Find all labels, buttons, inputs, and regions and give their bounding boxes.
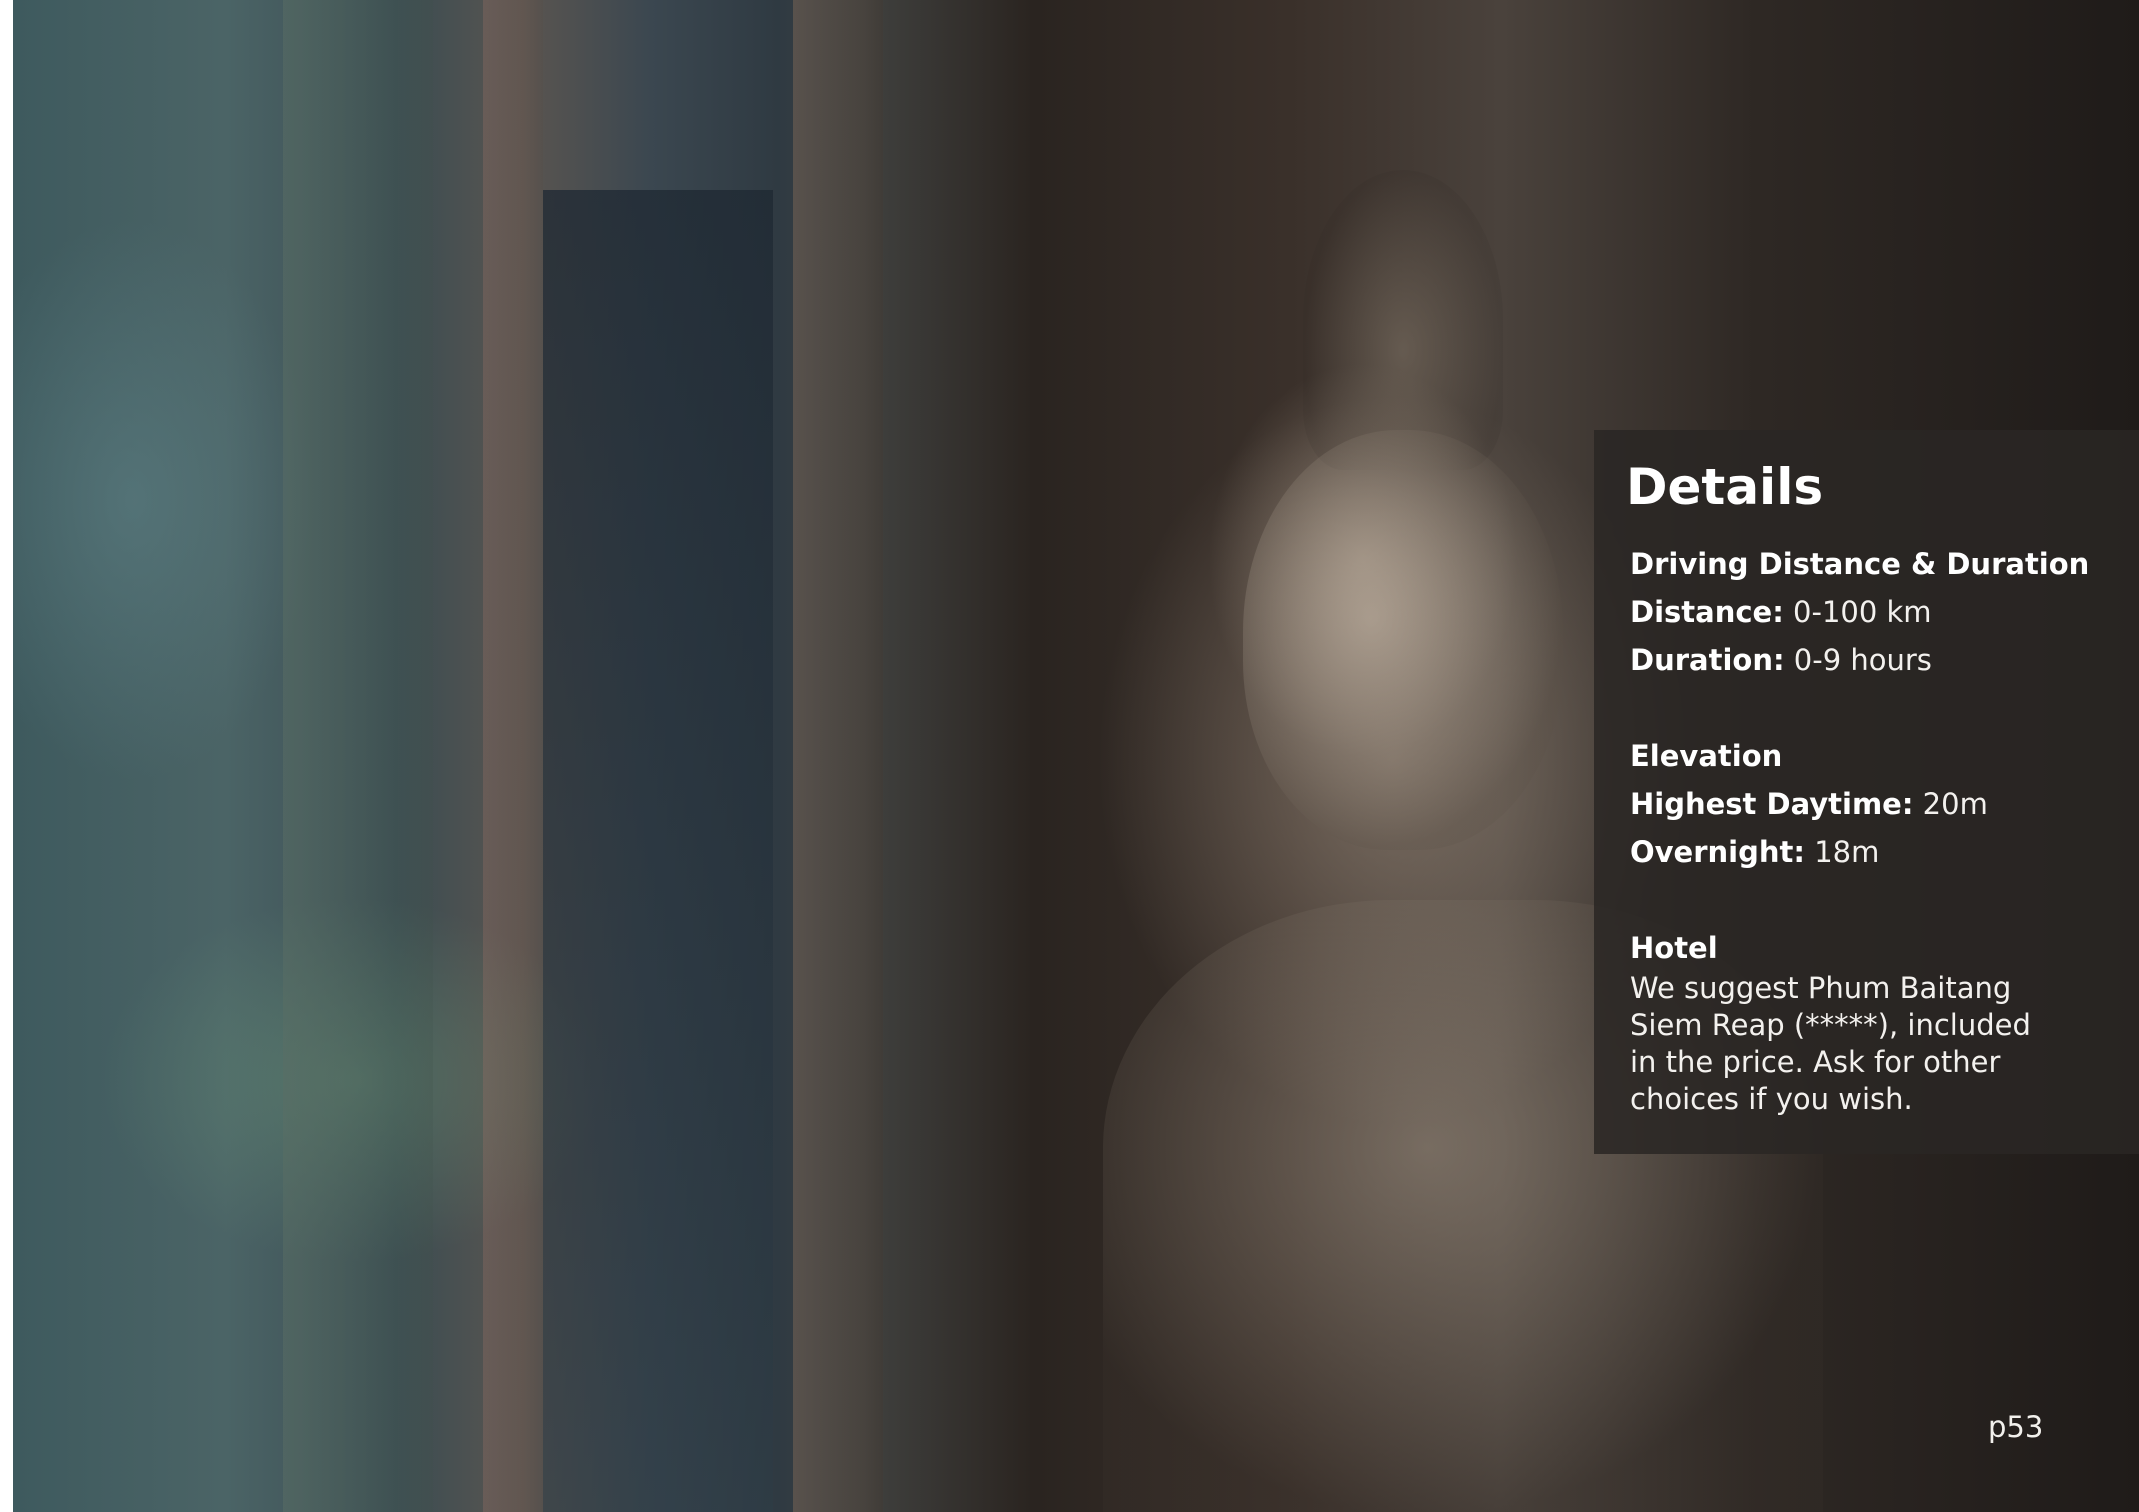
distance-value: 0-100 km bbox=[1793, 595, 1932, 629]
temple-pillar-left bbox=[283, 0, 433, 1512]
highest-label: Highest Daytime: bbox=[1630, 787, 1914, 821]
duration-value: 0-9 hours bbox=[1793, 643, 1932, 677]
driving-section: Driving Distance & Duration Distance: 0-… bbox=[1630, 540, 2089, 684]
driving-heading: Driving Distance & Duration bbox=[1630, 547, 2090, 581]
distance-label: Distance: bbox=[1630, 595, 1784, 629]
page-number: p53 bbox=[1988, 1410, 2044, 1444]
hotel-description: We suggest Phum Baitang Siem Reap (*****… bbox=[1630, 971, 2031, 1116]
details-title: Details bbox=[1626, 458, 1824, 516]
highest-line: Highest Daytime: 20m bbox=[1630, 780, 1988, 828]
duration-label: Duration: bbox=[1630, 643, 1785, 677]
distance-line: Distance: 0-100 km bbox=[1630, 588, 2089, 636]
temple-pillar-middle bbox=[483, 0, 543, 1512]
hotel-heading: Hotel bbox=[1630, 931, 1718, 965]
carved-frame-edge bbox=[793, 0, 883, 1512]
temple-doorway bbox=[543, 190, 773, 1512]
elevation-section: Elevation Highest Daytime: 20m Overnight… bbox=[1630, 732, 1988, 876]
highest-value: 20m bbox=[1922, 787, 1988, 821]
hotel-section: Hotel bbox=[1630, 924, 1718, 972]
duration-line: Duration: 0-9 hours bbox=[1630, 636, 2089, 684]
statue-crown bbox=[1303, 170, 1503, 470]
overnight-label: Overnight: bbox=[1630, 835, 1805, 869]
overnight-value: 18m bbox=[1814, 835, 1880, 869]
overnight-line: Overnight: 18m bbox=[1630, 828, 1988, 876]
elevation-heading: Elevation bbox=[1630, 739, 1783, 773]
statue-head bbox=[1243, 430, 1563, 850]
